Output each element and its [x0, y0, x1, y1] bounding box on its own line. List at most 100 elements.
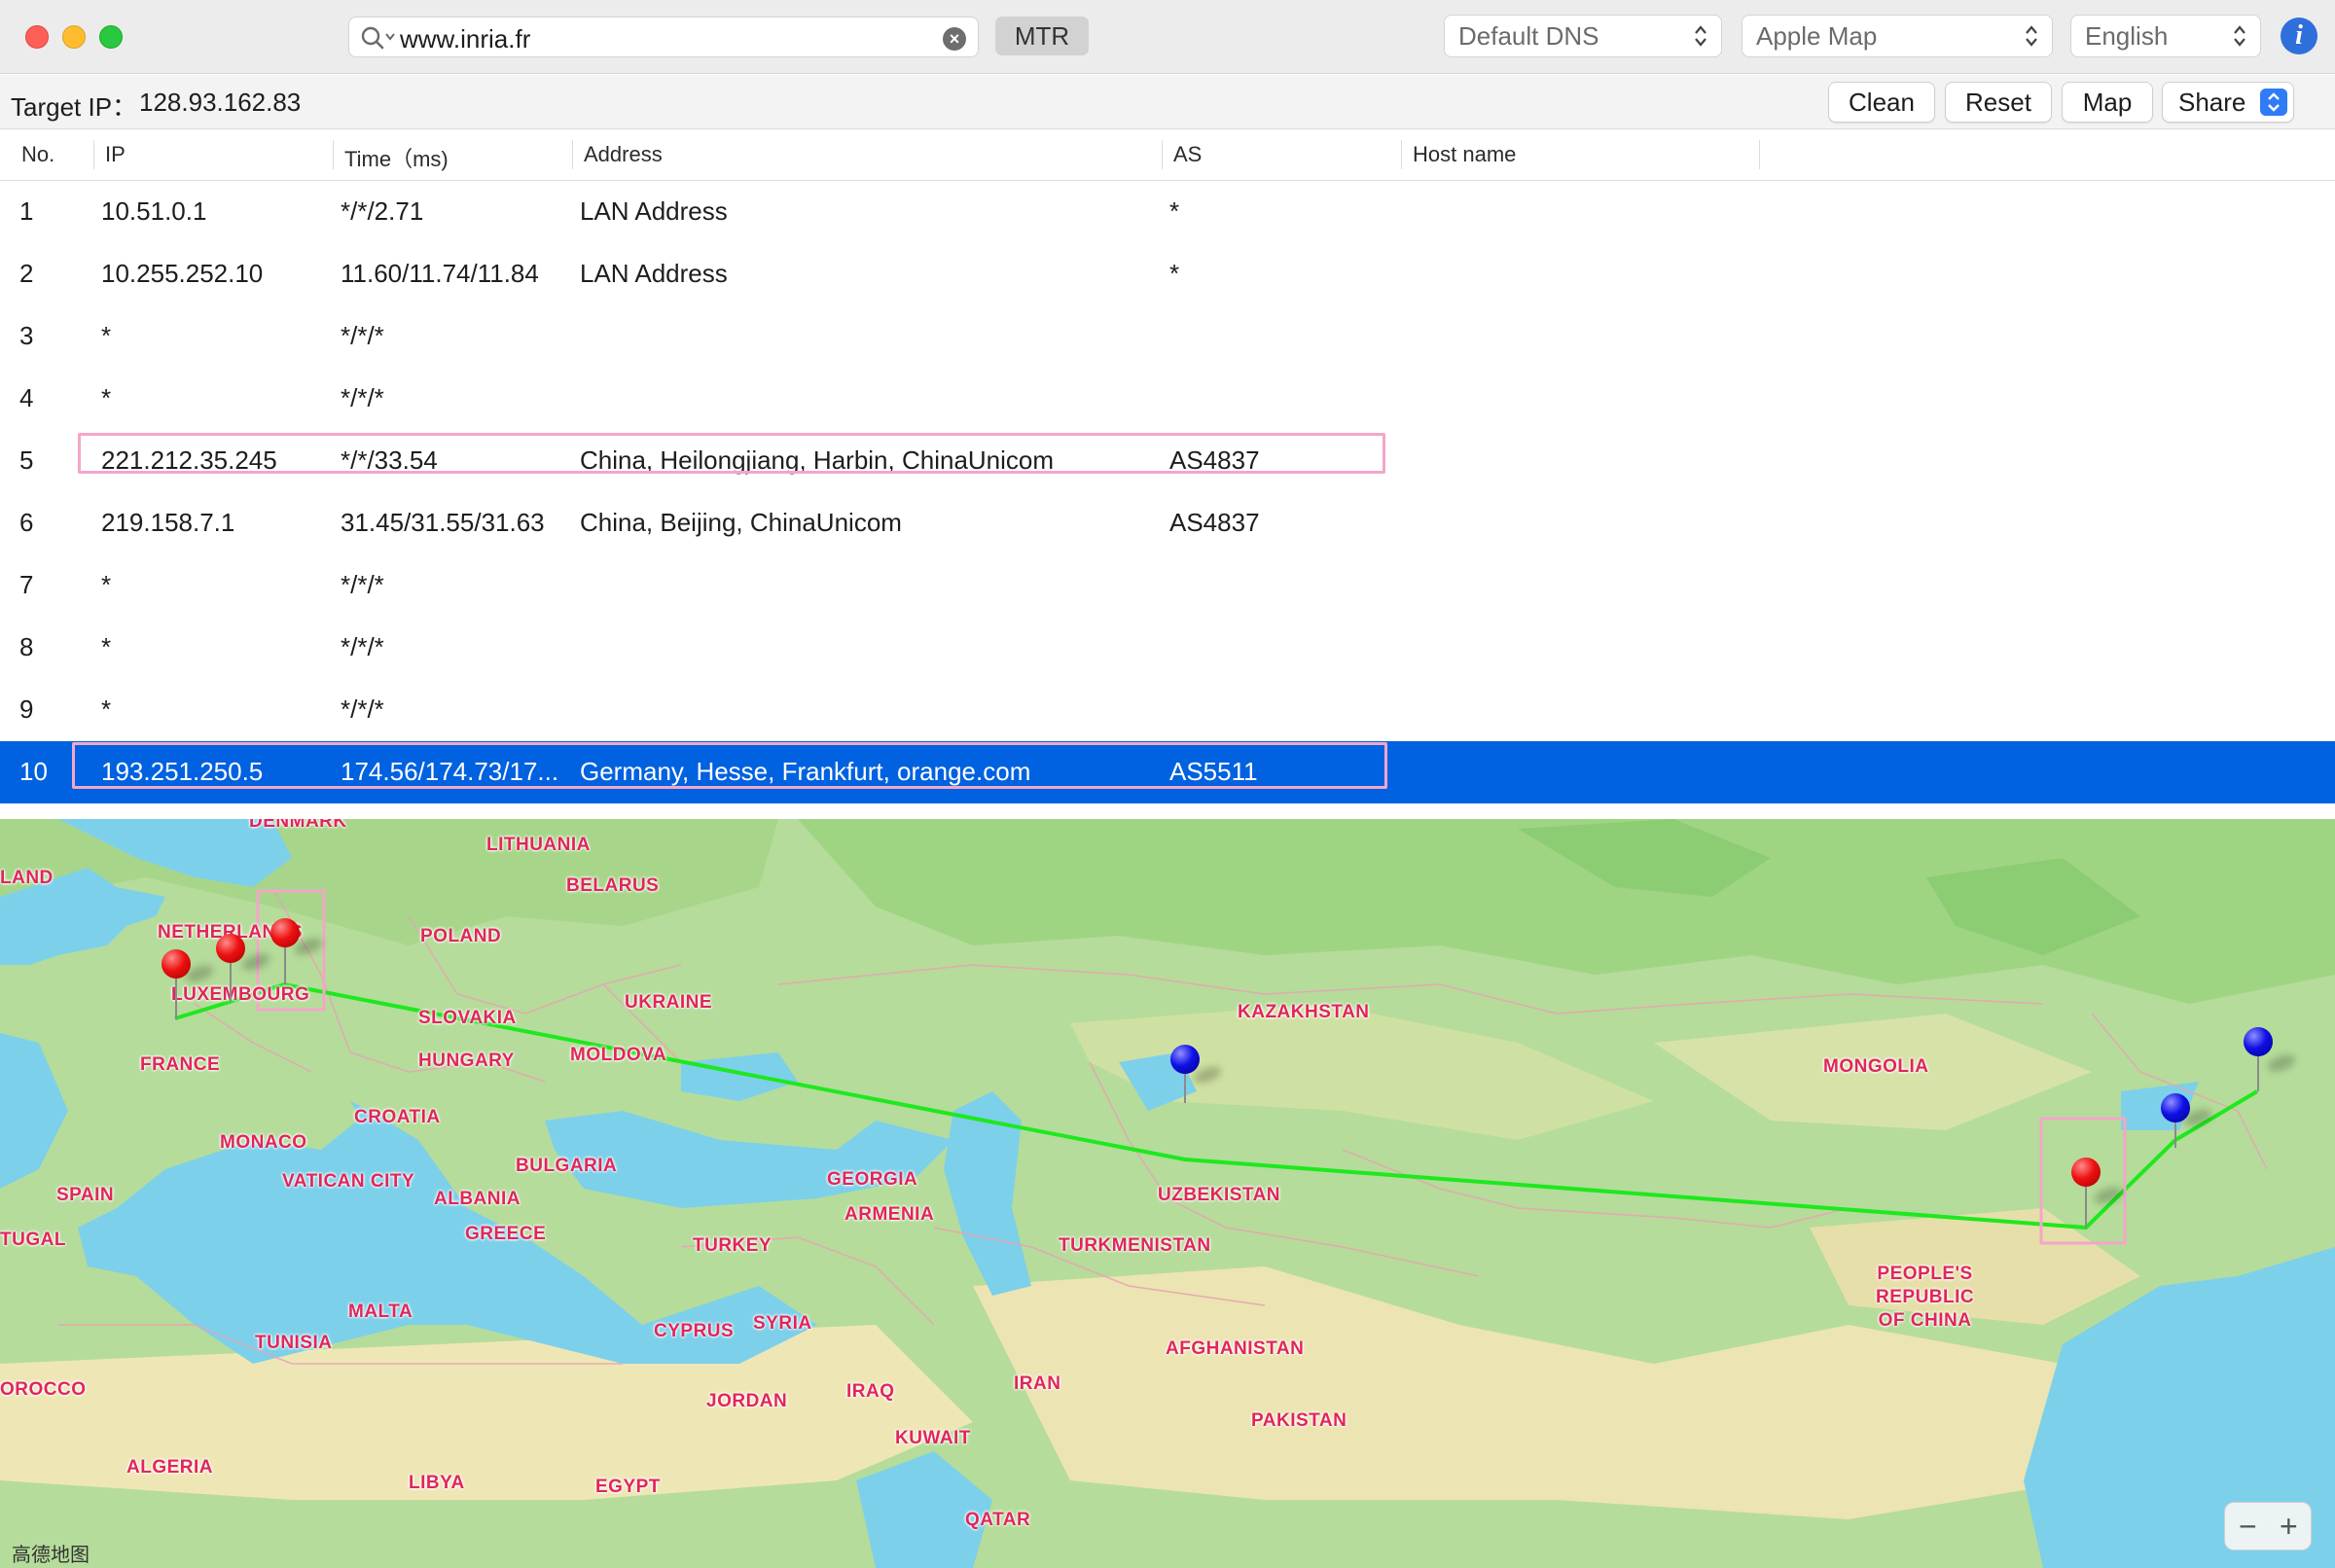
search-input[interactable]: www.inria.fr	[400, 24, 530, 54]
highlight-box	[78, 433, 1385, 474]
minimize-window-button[interactable]	[62, 25, 86, 49]
chevron-updown-icon	[2260, 89, 2287, 116]
map-label: ALGERIA	[126, 1457, 213, 1478]
map-label: FRANCE	[140, 1054, 221, 1075]
column-divider[interactable]	[1759, 140, 1760, 169]
map-label: LITHUANIA	[486, 835, 591, 855]
share-button-label: Share	[2178, 88, 2246, 117]
reset-button[interactable]: Reset	[1945, 82, 2052, 123]
cell-time: */*/*	[341, 321, 384, 350]
dns-select[interactable]: Default DNS	[1444, 15, 1722, 57]
zoom-out-button[interactable]: −	[2239, 1509, 2257, 1545]
table-row[interactable]: 2 10.255.252.10 11.60/11.74/11.84 LAN Ad…	[0, 243, 2335, 305]
map-label: MONACO	[220, 1132, 307, 1153]
map-label: AFGHANISTAN	[1166, 1338, 1305, 1359]
cell-ip: 10.255.252.10	[101, 259, 264, 288]
cell-time: */*/*	[341, 632, 384, 661]
map-label: TUGAL	[0, 1229, 66, 1250]
blue-pin-icon[interactable]	[2244, 1027, 2273, 1056]
column-divider[interactable]	[1401, 140, 1402, 169]
close-window-button[interactable]	[25, 25, 49, 49]
red-pin-icon[interactable]	[162, 949, 191, 979]
map-label: MONGOLIA	[1823, 1056, 1929, 1077]
column-divider[interactable]	[93, 140, 94, 169]
map-label: IRAQ	[846, 1381, 895, 1402]
dns-select-value: Default DNS	[1458, 21, 1599, 51]
cell-address: LAN Address	[580, 259, 728, 288]
blue-pin-icon[interactable]	[2161, 1093, 2190, 1123]
cell-ip: *	[101, 632, 112, 661]
column-divider[interactable]	[333, 140, 334, 169]
map-label: SLOVAKIA	[418, 1008, 517, 1028]
map-label: TURKMENISTAN	[1059, 1235, 1211, 1256]
clean-button[interactable]: Clean	[1828, 82, 1935, 123]
table-row[interactable]: 1 10.51.0.1 */*/2.71 LAN Address *	[0, 181, 2335, 243]
red-pin-icon[interactable]	[2071, 1158, 2101, 1187]
cell-no: 6	[19, 508, 34, 537]
cell-ip: *	[101, 383, 112, 412]
column-header-hostname[interactable]: Host name	[1413, 142, 1516, 167]
info-icon[interactable]: i	[2281, 18, 2317, 54]
map-label: OROCCO	[0, 1379, 87, 1400]
red-pin-icon[interactable]	[216, 934, 245, 963]
chevron-updown-icon	[1695, 25, 1706, 47]
map-button[interactable]: Map	[2062, 82, 2153, 123]
table-row[interactable]: 8 * */*/*	[0, 617, 2335, 679]
table-row[interactable]: 7 * */*/*	[0, 554, 2335, 617]
zoom-in-button[interactable]: +	[2280, 1509, 2298, 1545]
pin-stick	[284, 942, 286, 984]
column-header-as[interactable]: AS	[1173, 142, 1202, 167]
toolbar: www.inria.fr × MTR Default DNS Apple Map…	[0, 0, 2335, 74]
column-divider[interactable]	[572, 140, 573, 169]
red-pin-icon[interactable]	[270, 918, 300, 947]
column-header-time[interactable]: Time（ms)	[344, 142, 449, 173]
map-label: PEOPLE'S REPUBLIC OF CHINA	[1876, 1264, 1975, 1331]
cell-time: 11.60/11.74/11.84	[341, 259, 539, 288]
map-label: LAND	[0, 868, 54, 888]
blue-pin-icon[interactable]	[1170, 1045, 1200, 1074]
map-label: LIBYA	[409, 1473, 465, 1493]
cell-ip: *	[101, 570, 112, 599]
language-select-value: English	[2085, 21, 2169, 51]
table-row[interactable]: 6 219.158.7.1 31.45/31.55/31.63 China, B…	[0, 492, 2335, 554]
map-select-value: Apple Map	[1756, 21, 1878, 51]
route-map[interactable]: DENMARK LITHUANIA BELARUS LAND NETHERLAN…	[0, 819, 2335, 1568]
search-field[interactable]: www.inria.fr ×	[348, 17, 979, 57]
table-row[interactable]: 4 * */*/*	[0, 368, 2335, 430]
map-provider-select[interactable]: Apple Map	[1742, 15, 2053, 57]
map-label: KAZAKHSTAN	[1238, 1002, 1370, 1022]
map-label: SYRIA	[753, 1313, 812, 1334]
map-label: GEORGIA	[827, 1169, 918, 1190]
table-row[interactable]: 9 * */*/*	[0, 679, 2335, 741]
map-label: MALTA	[348, 1301, 413, 1322]
cell-time: */*/*	[341, 383, 384, 412]
cell-as: AS4837	[1169, 508, 1260, 537]
column-header-ip[interactable]: IP	[105, 142, 126, 167]
table-row[interactable]: 3 * */*/*	[0, 305, 2335, 368]
map-label: BULGARIA	[516, 1156, 618, 1176]
cell-no: 2	[19, 259, 34, 288]
cell-no: 1	[19, 196, 34, 226]
search-icon[interactable]	[359, 24, 400, 52]
map-label: JORDAN	[706, 1391, 788, 1411]
map-label: SPAIN	[56, 1185, 115, 1205]
column-header-no[interactable]: No.	[21, 142, 54, 167]
map-label: TURKEY	[693, 1235, 772, 1256]
cell-no: 10	[19, 757, 48, 786]
map-label: DENMARK	[249, 819, 347, 832]
map-label: UZBEKISTAN	[1158, 1185, 1281, 1205]
map-label: LUXEMBOURG	[171, 984, 310, 1005]
cell-no: 5	[19, 445, 34, 475]
target-ip-value: 128.93.162.83	[139, 88, 302, 117]
share-button[interactable]: Share	[2162, 82, 2294, 123]
map-label: POLAND	[420, 926, 502, 946]
mtr-mode-button[interactable]: MTR	[995, 17, 1089, 55]
clear-search-icon[interactable]: ×	[943, 27, 966, 51]
column-divider[interactable]	[1162, 140, 1163, 169]
language-select[interactable]: English	[2070, 15, 2261, 57]
cell-no: 4	[19, 383, 34, 412]
column-header-address[interactable]: Address	[584, 142, 663, 167]
maximize-window-button[interactable]	[99, 25, 123, 49]
cell-address: China, Beijing, ChinaUnicom	[580, 508, 902, 537]
cell-no: 9	[19, 695, 34, 724]
